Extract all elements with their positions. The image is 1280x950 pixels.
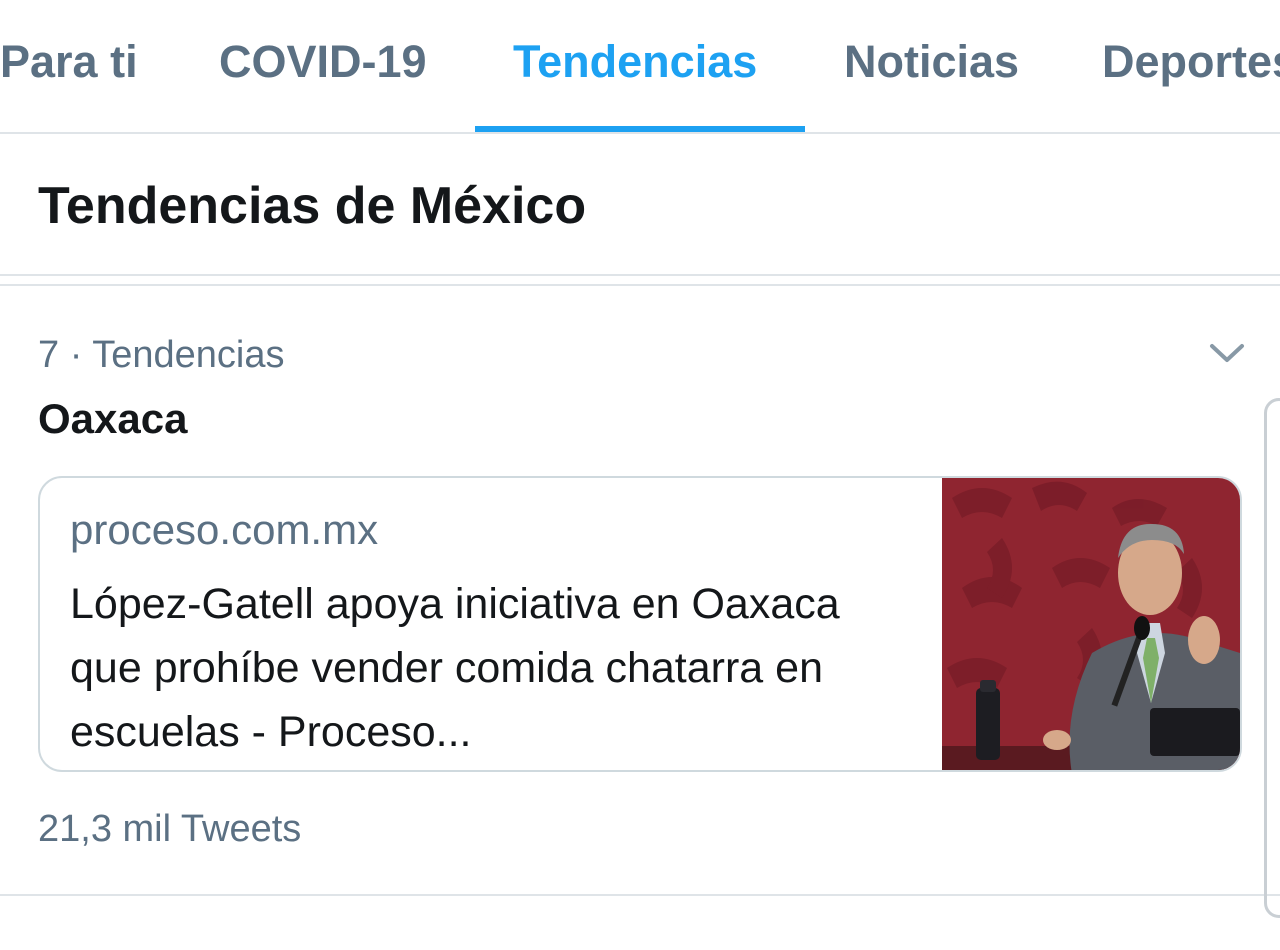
card-source: proceso.com.mx: [70, 506, 379, 553]
tab-para-ti[interactable]: Para ti: [0, 36, 138, 88]
tab-deportes[interactable]: Deportes: [1102, 36, 1280, 88]
tab-tendencias[interactable]: Tendencias: [513, 36, 757, 88]
trend-name[interactable]: Oaxaca: [38, 395, 187, 443]
divider: [0, 274, 1280, 276]
news-card[interactable]: proceso.com.mx López-Gatell apoya inicia…: [38, 476, 1242, 772]
side-panel-edge: [1264, 398, 1280, 918]
active-tab-indicator: [475, 126, 805, 132]
trend-rank-label: 7 · Tendencias: [38, 334, 285, 376]
tweet-count: 21,3 mil Tweets: [38, 808, 302, 850]
divider: [0, 284, 1280, 286]
tab-covid-19[interactable]: COVID-19: [219, 36, 427, 88]
divider: [0, 894, 1280, 896]
chevron-down-icon[interactable]: [1207, 336, 1247, 372]
card-thumbnail: [942, 478, 1240, 770]
tab-bar: Para ti COVID-19 Tendencias Noticias Dep…: [0, 0, 1280, 134]
page-title: Tendencias de México: [38, 177, 587, 235]
tab-noticias[interactable]: Noticias: [844, 36, 1019, 88]
card-headline: López-Gatell apoya iniciativa en Oaxaca …: [70, 580, 840, 756]
